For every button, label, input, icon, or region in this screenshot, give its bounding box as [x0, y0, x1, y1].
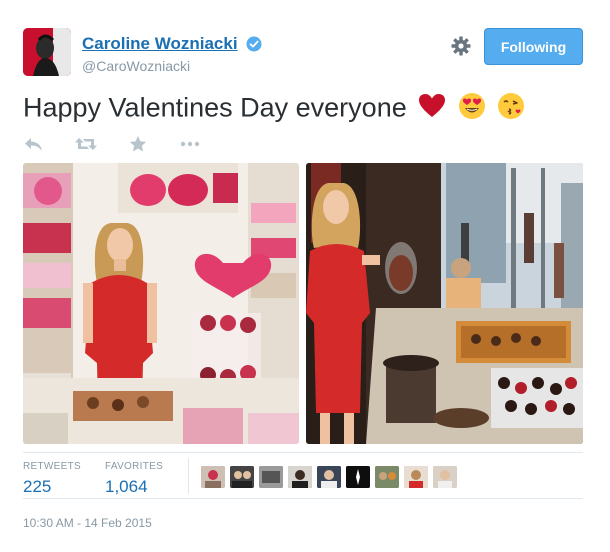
photo-store-shelves[interactable]: [23, 163, 299, 444]
avatar[interactable]: [23, 28, 71, 76]
favoriter-avatar[interactable]: [346, 466, 370, 488]
retweets-count: 225: [23, 477, 52, 496]
face-blowing-kiss-icon: [497, 92, 525, 127]
favoriter-avatar[interactable]: [230, 466, 254, 488]
favoriter-avatar[interactable]: [288, 466, 312, 488]
tweet-text: Happy Valentines Day everyone: [23, 92, 407, 123]
favorites-stat[interactable]: FAVORITES 1,064: [105, 461, 163, 497]
more-icon[interactable]: [179, 135, 201, 153]
divider: [23, 452, 583, 453]
following-button[interactable]: Following: [484, 28, 583, 65]
tweet-timestamp[interactable]: 10:30 AM - 14 Feb 2015: [23, 516, 152, 530]
tweet-text-line: Happy Valentines Day everyone: [23, 92, 525, 127]
stats-separator: [188, 458, 189, 494]
divider: [23, 498, 583, 499]
reply-icon[interactable]: [23, 135, 45, 153]
heart-eyes-face-icon: [458, 92, 486, 127]
author-display-name[interactable]: Caroline Wozniacki: [82, 34, 238, 54]
retweet-icon[interactable]: [74, 135, 97, 153]
favorites-label: FAVORITES: [105, 461, 164, 472]
red-heart-icon: [418, 93, 446, 126]
author-handle[interactable]: @CaroWozniacki: [82, 58, 262, 74]
retweets-stat[interactable]: RETWEETS 225: [23, 461, 81, 497]
favorite-icon[interactable]: [128, 135, 150, 153]
verified-badge-icon: [246, 36, 262, 52]
author-block: Caroline Wozniacki @CaroWozniacki: [82, 34, 262, 74]
favoriter-avatar[interactable]: [433, 466, 457, 488]
retweets-label: RETWEETS: [23, 461, 81, 472]
gear-icon[interactable]: [450, 35, 472, 57]
favoriter-avatar[interactable]: [404, 466, 428, 488]
favoriter-avatar[interactable]: [375, 466, 399, 488]
photo-chocolate-station[interactable]: [306, 163, 583, 444]
favoriter-avatar[interactable]: [201, 466, 225, 488]
favorites-count: 1,064: [105, 477, 148, 496]
tweet-card: Caroline Wozniacki @CaroWozniacki Follow…: [0, 0, 610, 552]
tweet-photos: [23, 163, 583, 444]
favoriter-avatar[interactable]: [259, 466, 283, 488]
favoriter-avatar[interactable]: [317, 466, 341, 488]
